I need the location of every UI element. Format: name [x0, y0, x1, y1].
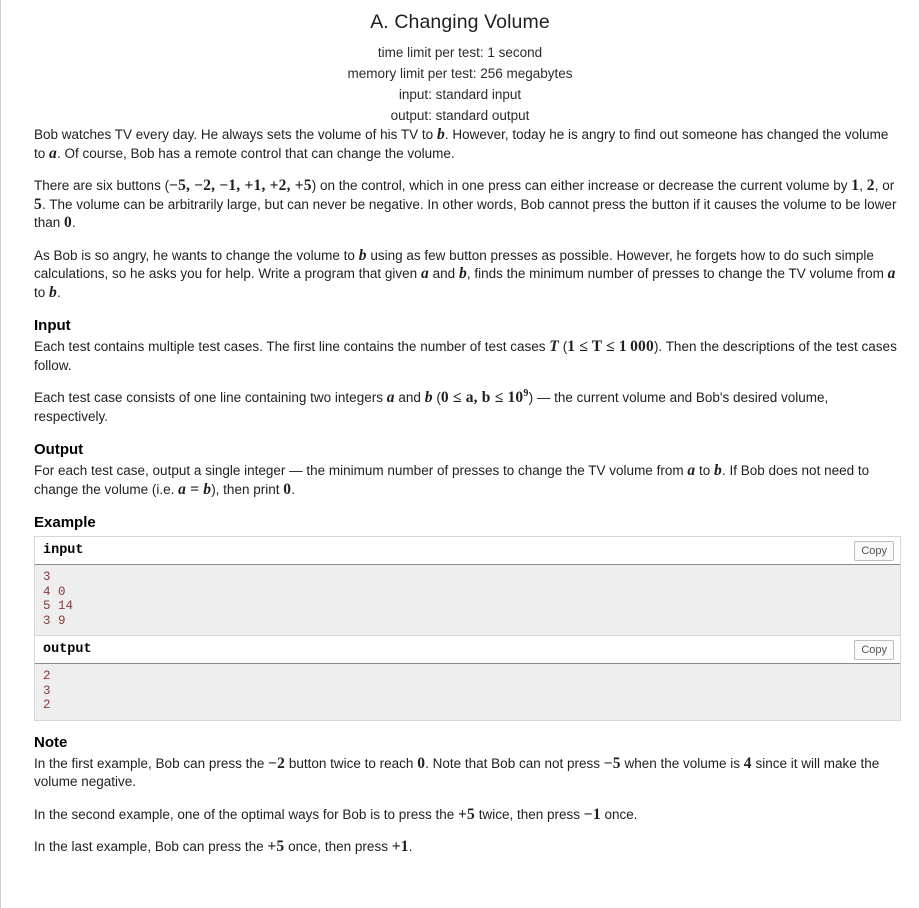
math-constraint-ab: 0 ≤ a, b ≤ 109	[440, 388, 529, 406]
math-value-5: 5	[34, 195, 42, 213]
legend-text: and	[428, 266, 459, 281]
note-section: Note In the first example, Bob can press…	[34, 733, 901, 857]
output-label: output	[43, 642, 92, 657]
output-specification: Output For each test case, output a sing…	[34, 440, 901, 499]
input-paragraph-2: Each test case consists of one line cont…	[34, 388, 901, 426]
math-value-0: 0	[283, 480, 292, 498]
math-value-0: 0	[417, 754, 426, 772]
memory-limit: memory limit per test: 256 megabytes	[347, 66, 573, 81]
problem-legend: Bob watches TV every day. He always sets…	[34, 126, 901, 302]
note-text: In the first example, Bob can press the	[34, 755, 269, 771]
math-button-minus-1: −1	[583, 805, 601, 823]
legend-text: , finds the minimum number of presses to…	[466, 266, 888, 281]
sample-output-text[interactable]: 2 3 2	[35, 664, 900, 720]
note-text: once, then press	[284, 839, 392, 854]
note-heading: Note	[34, 733, 68, 751]
output-heading: Output	[34, 441, 84, 458]
note-paragraph-2: In the second example, one of the optima…	[34, 806, 901, 825]
page-title: A. Changing Volume	[370, 11, 550, 33]
output-title-bar: output Copy	[35, 636, 900, 664]
output-text: .	[291, 481, 295, 497]
legend-text: .	[71, 215, 76, 230]
input-text: (	[558, 339, 568, 354]
note-text: In the second example, one of the optima…	[34, 806, 458, 822]
copy-input-button[interactable]: Copy	[854, 541, 894, 561]
legend-text: Bob watches TV every day. He always sets…	[34, 127, 437, 142]
copy-output-button[interactable]: Copy	[854, 640, 894, 660]
sample-input-block: input Copy 3 4 0 5 14 3 9	[34, 536, 901, 635]
math-button-plus-5: +5	[457, 805, 475, 823]
note-text: button twice to reach	[285, 755, 418, 771]
math-button-plus-1: +1	[391, 838, 409, 855]
input-specification: Input Each test contains multiple test c…	[34, 316, 901, 426]
legend-text: . Of course, Bob has a remote control th…	[56, 145, 455, 161]
math-var-a: a	[49, 144, 57, 162]
time-limit: time limit per test: 1 second	[377, 45, 543, 60]
problem-header: A. Changing Volume time limit per test: …	[1, 0, 919, 126]
input-heading: Input	[34, 317, 71, 334]
math-var-T: T	[549, 338, 559, 355]
output-text: to	[695, 463, 715, 478]
math-var-b: b	[458, 265, 467, 282]
sample-tests: input Copy 3 4 0 5 14 3 9 output Copy 2 …	[34, 536, 901, 721]
input-text: Each test case consists of one line cont…	[34, 390, 387, 405]
math-constraint-T: 1 ≤ T ≤ 1 000	[567, 338, 654, 355]
math-var-b: b	[358, 246, 367, 264]
output-text: ), then print	[211, 481, 284, 497]
legend-text: ) on the control, which in one press can…	[311, 178, 852, 193]
legend-text: . The volume can be arbitrarily large, b…	[34, 196, 897, 231]
math-value-4: 4	[743, 754, 752, 772]
math-buttons-list: −5, −2, −1, +1, +2, +5	[169, 177, 312, 194]
note-text: In the last example, Bob can press the	[34, 839, 268, 854]
input-paragraph-1: Each test contains multiple test cases. …	[34, 338, 901, 375]
math-var-a: a	[420, 265, 429, 282]
math-var-b: b	[714, 462, 722, 479]
legend-paragraph-1: Bob watches TV every day. He always sets…	[34, 126, 901, 163]
problem-statement: A. Changing Volume time limit per test: …	[0, 0, 919, 908]
math-button-plus-5: +5	[267, 838, 285, 855]
math-equality-a-b: a = b	[178, 480, 212, 498]
input-spec: input: standard input	[398, 87, 522, 102]
legend-text: to	[34, 284, 50, 300]
legend-text: ,	[859, 178, 867, 193]
example-heading: Example	[34, 514, 96, 531]
output-text: For each test case, output a single inte…	[34, 463, 688, 478]
legend-text: , or	[874, 178, 895, 193]
legend-paragraph-3: As Bob is so angry, he wants to change t…	[34, 247, 901, 303]
math-value-0: 0	[64, 214, 72, 231]
note-text: .	[408, 839, 413, 854]
output-spec: output: standard output	[390, 108, 530, 123]
legend-text: As Bob is so angry, he wants to change t…	[34, 247, 359, 263]
sample-input-text[interactable]: 3 4 0 5 14 3 9	[35, 565, 900, 635]
output-paragraph-1: For each test case, output a single inte…	[34, 462, 901, 499]
sample-output-block: output Copy 2 3 2	[34, 635, 901, 721]
math-var-a: a	[887, 265, 896, 282]
input-text: (	[432, 390, 441, 405]
math-var-b: b	[436, 126, 445, 143]
note-text: twice, then press	[474, 806, 584, 822]
sample-tests-section: Example input Copy 3 4 0 5 14 3 9 output…	[34, 513, 901, 721]
note-paragraph-3: In the last example, Bob can press the +…	[34, 838, 901, 857]
input-text: Each test contains multiple test cases. …	[34, 339, 550, 354]
math-constraint-base: 0 ≤ a, b ≤ 10	[440, 389, 524, 406]
note-text: . Note that Bob can not press	[425, 755, 604, 771]
math-value-2: 2	[866, 177, 875, 194]
math-var-a: a	[386, 389, 395, 406]
legend-paragraph-2: There are six buttons (−5, −2, −1, +1, +…	[34, 177, 901, 233]
legend-text: .	[56, 284, 61, 300]
note-text: once.	[600, 806, 638, 822]
legend-text: There are six buttons (	[34, 178, 170, 193]
input-text: and	[394, 390, 425, 405]
math-var-b: b	[424, 389, 433, 406]
note-text: when the volume is	[620, 755, 744, 771]
math-button-minus-2: −2	[268, 754, 286, 772]
math-var-b: b	[49, 283, 57, 301]
input-title-bar: input Copy	[35, 537, 900, 565]
input-label: input	[43, 543, 84, 558]
note-paragraph-1: In the first example, Bob can press the …	[34, 755, 901, 792]
math-button-minus-5: −5	[603, 754, 621, 772]
